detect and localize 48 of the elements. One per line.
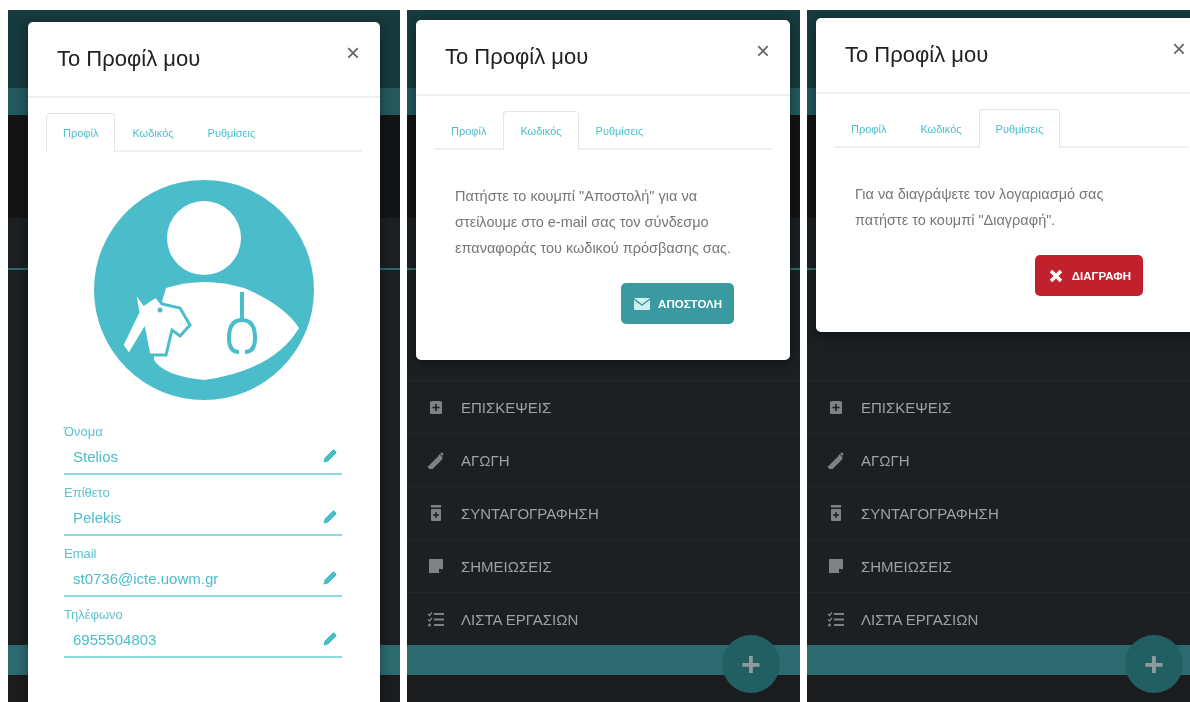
tab[interactable]: Προφίλ: [46, 113, 116, 152]
syringe-icon: [427, 451, 445, 469]
tab[interactable]: Προφίλ: [834, 109, 904, 148]
menu-item[interactable]: ΕΠΙΣΚΕΨΕΙΣ: [807, 380, 1190, 433]
menu-item[interactable]: ΕΠΙΣΚΕΨΕΙΣ: [407, 380, 800, 433]
menu-item[interactable]: ΣΗΜΕΙΩΣΕΙΣ: [407, 539, 800, 592]
tab[interactable]: Κωδικός: [903, 109, 979, 148]
menu-item[interactable]: ΣΥΝΤΑΓΟΓΡΑΦΗΣΗ: [807, 486, 1190, 539]
pencil-icon: [322, 631, 338, 647]
tab[interactable]: Ρυθμίσεις: [978, 109, 1061, 148]
checklist-icon: [827, 610, 845, 628]
pencil-icon: [322, 509, 338, 525]
modal-title: Το Προφίλ μου: [445, 44, 589, 70]
field-label: Τηλέφωνο: [64, 607, 124, 622]
input-field[interactable]: 6955504803: [64, 622, 342, 658]
message-text: Πατήστε το κουμπί "Αποστολή" για να στείλουμε στο e-mail σας τον σύνδεσμο επαναφοράς του κωδικού πρόσβασης σας.: [454, 187, 733, 258]
field-label: Επίθετο: [64, 485, 111, 500]
delete-button[interactable]: ΔΙΑΓΡΑΦΗ: [1034, 255, 1143, 296]
tab[interactable]: Προφίλ: [434, 111, 504, 150]
tab[interactable]: Ρυθμίσεις: [578, 111, 661, 150]
input-field[interactable]: st0736@icte.uowm.gr: [64, 561, 342, 597]
close-button[interactable]: ×: [1170, 37, 1188, 61]
menu-item[interactable]: ΣΗΜΕΙΩΣΕΙΣ: [807, 539, 1190, 592]
medical-box-icon: [827, 398, 845, 416]
send-button[interactable]: ΑΠΟΣΤΟΛΗ: [621, 283, 734, 324]
syringe-icon: [827, 451, 845, 469]
tab[interactable]: Ρυθμίσεις: [190, 113, 273, 152]
sticky-note-icon: [827, 557, 845, 575]
menu-item[interactable]: ΣΥΝΤΑΓΟΓΡΑΦΗΣΗ: [407, 486, 800, 539]
menu-item[interactable]: ΑΓΩΓΗ: [407, 433, 800, 486]
menu-item[interactable]: ΑΓΩΓΗ: [807, 433, 1190, 486]
envelope-icon: [633, 296, 652, 311]
close-button[interactable]: ×: [344, 41, 362, 65]
input-field[interactable]: Stelios: [64, 439, 342, 475]
medical-box-icon: [427, 398, 445, 416]
modal-title: Το Προφίλ μου: [845, 42, 989, 68]
checklist-icon: [427, 610, 445, 628]
input-field[interactable]: Pelekis: [64, 500, 342, 536]
close-button[interactable]: ×: [754, 39, 772, 63]
tab[interactable]: Κωδικός: [115, 113, 191, 152]
modal-title: Το Προφίλ μου: [57, 46, 201, 72]
pencil-icon: [322, 448, 338, 464]
sticky-note-icon: [427, 557, 445, 575]
tab[interactable]: Κωδικός: [503, 111, 579, 150]
pencil-icon: [322, 570, 338, 586]
field-label: Όνομα: [64, 424, 104, 439]
field-label: Email: [64, 546, 98, 561]
message-text: Για να διαγράψετε τον λογαριασμό σας πατήστε το κουμπί "Διαγραφή".: [854, 185, 1105, 230]
